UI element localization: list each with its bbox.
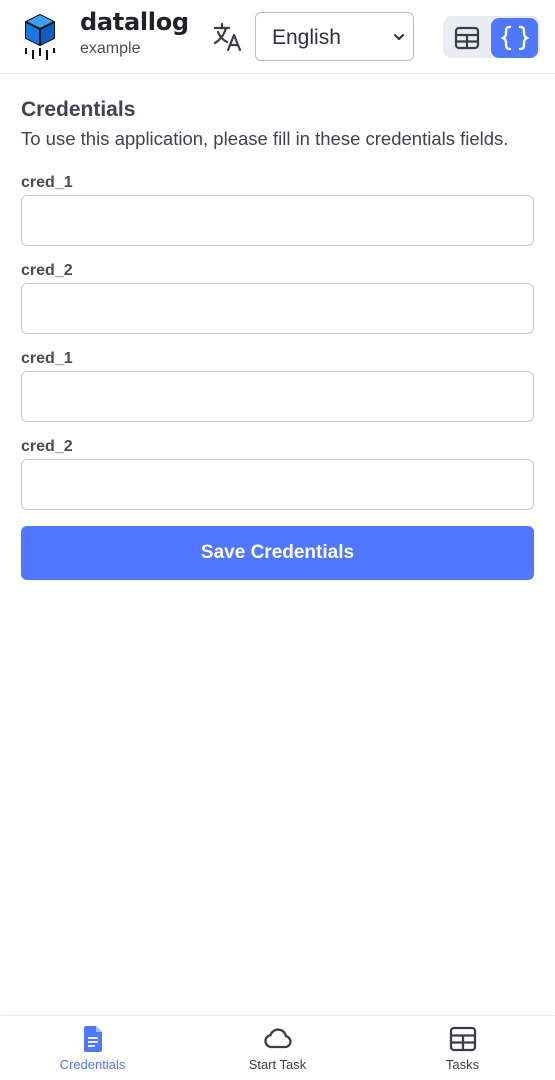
chevron-down-icon xyxy=(394,34,404,40)
app-header: datallog example English xyxy=(0,0,555,74)
cloud-icon xyxy=(263,1028,292,1049)
field-label: cred_2 xyxy=(21,438,73,455)
credentials-form: Credentials To use this application, ple… xyxy=(21,98,534,580)
language-select[interactable]: English xyxy=(255,12,414,61)
field-label: cred_2 xyxy=(21,262,73,279)
json-view-button[interactable] xyxy=(491,18,538,58)
credential-field: cred_1 xyxy=(21,174,534,246)
nav-item-start-task[interactable]: Start Task xyxy=(185,1016,370,1080)
view-toggle xyxy=(443,16,540,58)
brand-name: datallog xyxy=(80,8,189,36)
credential-field: cred_2 xyxy=(21,262,534,334)
save-credentials-button[interactable]: Save Credentials xyxy=(21,526,534,580)
field-label: cred_1 xyxy=(21,174,73,191)
field-label: cred_1 xyxy=(21,350,73,367)
nav-label: Tasks xyxy=(445,1057,480,1072)
cube-logo-icon xyxy=(25,13,55,60)
nav-label: Start Task xyxy=(248,1057,307,1072)
page-title: Credentials xyxy=(21,98,136,121)
credential-field: cred_2 xyxy=(21,438,534,510)
nav-item-credentials[interactable]: Credentials xyxy=(0,1016,185,1080)
translate-icon xyxy=(213,22,242,52)
cred-2-input[interactable] xyxy=(21,283,534,334)
brand-subtitle: example xyxy=(80,40,141,57)
cred-2-input-second[interactable] xyxy=(21,459,534,510)
page-description: To use this application, please fill in … xyxy=(21,128,509,149)
table-view-icon xyxy=(454,26,479,50)
cred-1-input-second[interactable] xyxy=(21,371,534,422)
language-value: English xyxy=(272,26,341,49)
table-icon xyxy=(449,1026,476,1052)
nav-item-tasks[interactable]: Tasks xyxy=(370,1016,555,1080)
document-icon xyxy=(83,1026,102,1052)
braces-icon xyxy=(500,25,529,51)
cred-1-input[interactable] xyxy=(21,195,534,246)
table-view-button[interactable] xyxy=(443,18,490,58)
credential-field: cred_1 xyxy=(21,350,534,422)
nav-label: Credentials xyxy=(59,1057,126,1072)
bottom-nav: Credentials Start Task Tasks xyxy=(0,1015,555,1080)
